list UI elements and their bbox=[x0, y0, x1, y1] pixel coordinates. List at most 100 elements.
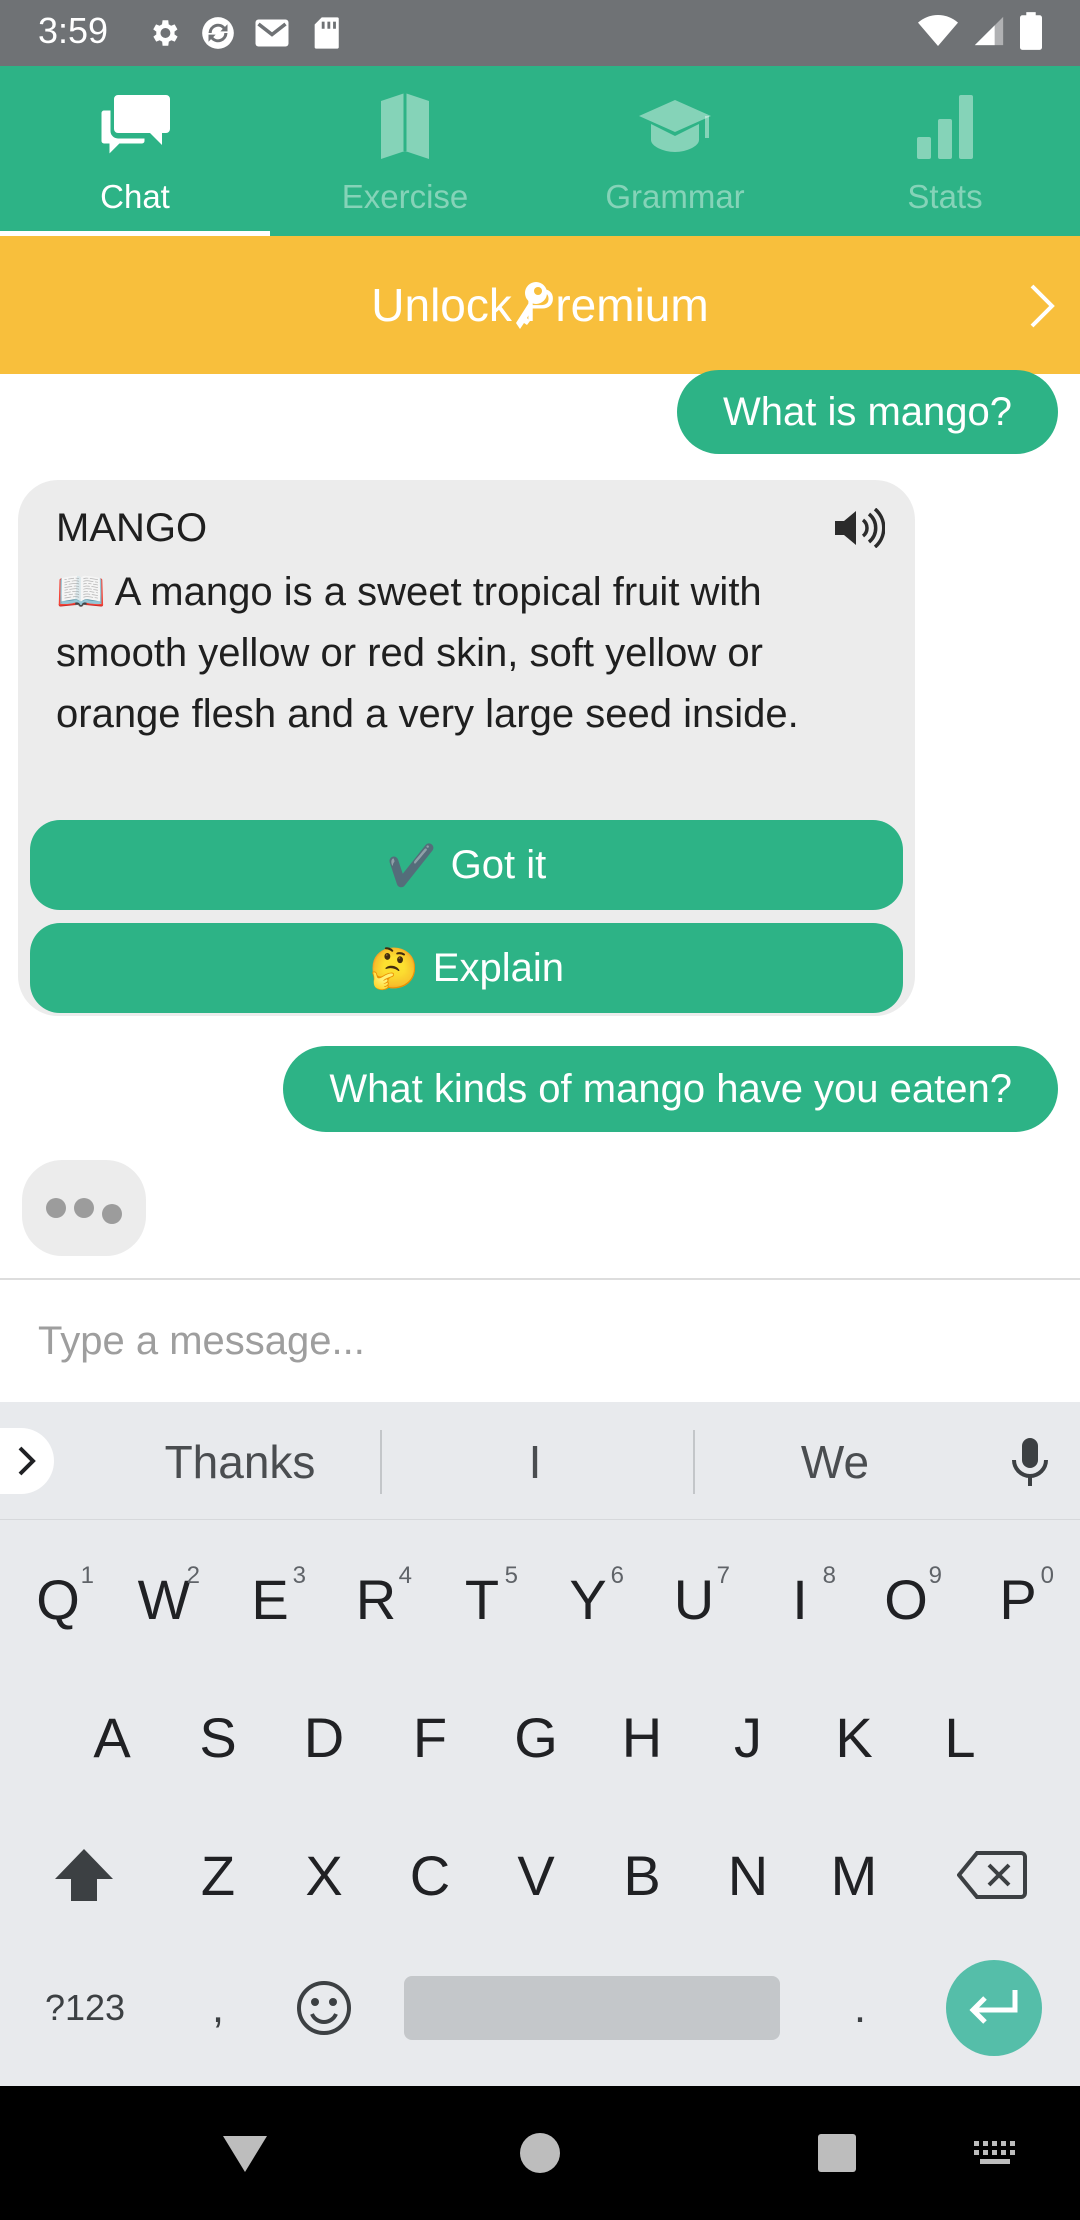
key-hint: 8 bbox=[822, 1562, 836, 1589]
tab-label: Chat bbox=[100, 178, 170, 215]
key-a[interactable]: A bbox=[62, 1682, 162, 1792]
enter-arrow-icon bbox=[969, 1990, 1018, 2024]
tab-stats[interactable]: Stats bbox=[810, 66, 1080, 236]
key-k[interactable]: K bbox=[804, 1682, 904, 1792]
key-icon bbox=[482, 250, 582, 360]
key-e[interactable]: E3 bbox=[220, 1544, 320, 1654]
key-hint: 2 bbox=[186, 1562, 200, 1589]
typing-dot bbox=[74, 1198, 94, 1218]
spacebar[interactable] bbox=[404, 1976, 780, 2040]
home-circle-icon bbox=[520, 2133, 560, 2173]
comma-key[interactable]: , bbox=[188, 1962, 248, 2054]
recents-button[interactable] bbox=[792, 2086, 882, 2220]
gmail-icon bbox=[253, 14, 291, 52]
key-label: T bbox=[464, 1567, 500, 1631]
key-x[interactable]: X bbox=[274, 1820, 374, 1930]
status-time: 3:59 bbox=[38, 10, 109, 51]
key-t[interactable]: T5 bbox=[432, 1544, 532, 1654]
status-bar: 3:59 bbox=[0, 0, 1080, 66]
backspace-icon bbox=[957, 1851, 1027, 1899]
key-v[interactable]: V bbox=[486, 1820, 586, 1930]
definition-text: A mango is a sweet tropical fruit with s… bbox=[56, 570, 799, 736]
key-j[interactable]: J bbox=[698, 1682, 798, 1792]
microphone-icon[interactable] bbox=[1010, 1436, 1050, 1493]
graduation-cap-icon bbox=[637, 86, 713, 166]
explain-button[interactable]: 🤔 Explain bbox=[30, 923, 903, 1013]
suggestion-item[interactable]: We bbox=[695, 1430, 975, 1494]
key-hint: 7 bbox=[716, 1562, 730, 1589]
sd-card-icon bbox=[307, 14, 345, 52]
battery-icon bbox=[1020, 12, 1042, 55]
key-f[interactable]: F bbox=[380, 1682, 480, 1792]
key-p[interactable]: P0 bbox=[968, 1544, 1068, 1654]
key-c[interactable]: C bbox=[380, 1820, 480, 1930]
got-it-label: Got it bbox=[450, 842, 547, 887]
key-label: U bbox=[673, 1567, 715, 1631]
suggestion-item[interactable]: I bbox=[395, 1430, 675, 1494]
user-message-bubble: What kinds of mango have you eaten? bbox=[283, 1046, 1058, 1132]
period-key[interactable]: . bbox=[830, 1962, 890, 2054]
key-b[interactable]: B bbox=[592, 1820, 692, 1930]
key-h[interactable]: H bbox=[592, 1682, 692, 1792]
emoji-key[interactable] bbox=[282, 1962, 366, 2054]
key-w[interactable]: W2 bbox=[114, 1544, 214, 1654]
key-m[interactable]: M bbox=[804, 1820, 904, 1930]
tab-exercise[interactable]: Exercise bbox=[270, 66, 540, 236]
tab-chat[interactable]: Chat bbox=[0, 66, 270, 236]
suggestion-item[interactable]: Thanks bbox=[100, 1430, 380, 1494]
tab-label: Grammar bbox=[605, 178, 745, 215]
user-message-bubble: What is mango? bbox=[676, 370, 1058, 454]
shift-key[interactable] bbox=[34, 1820, 134, 1930]
key-r[interactable]: R4 bbox=[326, 1544, 426, 1654]
check-mark-icon: ✔️ bbox=[386, 842, 437, 889]
key-s[interactable]: S bbox=[168, 1682, 268, 1792]
recents-square-icon bbox=[818, 2134, 856, 2172]
unlock-premium-banner[interactable]: Unlock Premium bbox=[0, 236, 1080, 374]
thinking-face-icon: 🤔 bbox=[368, 945, 419, 992]
bar-chart-icon bbox=[915, 86, 975, 166]
status-system-icons bbox=[918, 12, 1042, 55]
key-g[interactable]: G bbox=[486, 1682, 586, 1792]
key-l[interactable]: L bbox=[910, 1682, 1010, 1792]
chat-area[interactable]: What is mango? MANGO 📖 A mango is a swee… bbox=[0, 370, 1080, 1278]
key-o[interactable]: O9 bbox=[856, 1544, 956, 1654]
key-z[interactable]: Z bbox=[168, 1820, 268, 1930]
got-it-button[interactable]: ✔️ Got it bbox=[30, 820, 903, 910]
symbols-key[interactable]: ?123 bbox=[30, 1962, 140, 2054]
key-label: Q bbox=[36, 1567, 80, 1631]
main-tab-bar: Chat Exercise Grammar Stats bbox=[0, 66, 1080, 236]
key-label: O bbox=[884, 1567, 928, 1631]
explain-label: Explain bbox=[432, 945, 564, 990]
key-d[interactable]: D bbox=[274, 1682, 374, 1792]
tab-label: Exercise bbox=[341, 178, 469, 215]
keyboard-switch-button[interactable] bbox=[950, 2086, 1040, 2220]
tab-grammar[interactable]: Grammar bbox=[540, 66, 810, 236]
home-button[interactable] bbox=[495, 2086, 585, 2220]
message-input[interactable] bbox=[38, 1306, 1038, 1376]
key-q[interactable]: Q1 bbox=[8, 1544, 108, 1654]
backspace-key[interactable] bbox=[942, 1820, 1042, 1930]
bot-word-card: MANGO 📖 A mango is a sweet tropical frui… bbox=[18, 480, 915, 1016]
keyboard-icon bbox=[974, 2141, 1015, 2164]
keyboard-expand-button[interactable] bbox=[0, 1428, 54, 1494]
key-label: W bbox=[137, 1567, 191, 1631]
shift-icon bbox=[55, 1849, 113, 1901]
key-y[interactable]: Y6 bbox=[538, 1544, 638, 1654]
speaker-icon[interactable] bbox=[833, 507, 886, 553]
wifi-icon bbox=[918, 14, 958, 53]
tab-label: Stats bbox=[907, 178, 983, 215]
key-u[interactable]: U7 bbox=[644, 1544, 744, 1654]
card-word: MANGO bbox=[56, 506, 208, 550]
key-hint: 9 bbox=[928, 1562, 942, 1589]
message-input-row bbox=[0, 1278, 1080, 1402]
typing-indicator bbox=[22, 1160, 146, 1256]
back-button[interactable] bbox=[200, 2086, 290, 2220]
sync-icon bbox=[199, 14, 237, 52]
key-i[interactable]: I8 bbox=[750, 1544, 850, 1654]
enter-key[interactable] bbox=[946, 1960, 1042, 2056]
key-hint: 6 bbox=[610, 1562, 624, 1589]
key-label: E bbox=[251, 1567, 289, 1631]
key-hint: 1 bbox=[80, 1562, 94, 1589]
key-label: P bbox=[999, 1567, 1037, 1631]
key-n[interactable]: N bbox=[698, 1820, 798, 1930]
